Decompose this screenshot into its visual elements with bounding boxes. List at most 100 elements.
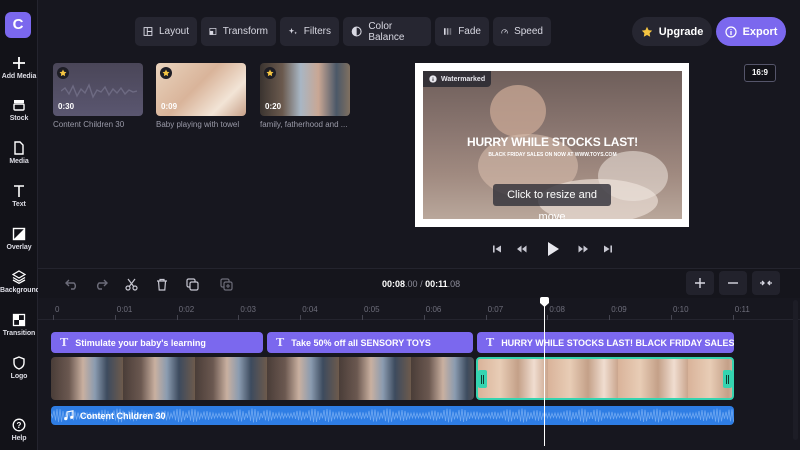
zoom-out-button[interactable] <box>719 271 747 295</box>
ruler-tick-label: 0:10 <box>673 305 689 314</box>
fast-forward-button[interactable] <box>576 242 590 256</box>
sidebar-item-label: Transition <box>2 330 36 337</box>
media-duration: 0:09 <box>161 102 178 111</box>
layout-icon <box>143 27 153 36</box>
skip-end-icon <box>604 245 612 253</box>
undo-button[interactable] <box>64 276 80 292</box>
skip-to-start-button[interactable] <box>490 242 504 256</box>
time-separator: / <box>420 279 423 289</box>
video-clip-selected[interactable] <box>476 357 734 400</box>
help-icon: ? <box>12 418 26 432</box>
trim-handle-left[interactable] <box>478 370 487 388</box>
sidebar-item-text[interactable]: Text <box>0 184 38 220</box>
ruler-tick-mark <box>238 315 240 320</box>
time-readout: 00:08.00 / 00:11.08 <box>382 279 460 289</box>
sidebar-item-background[interactable]: Background <box>0 270 40 306</box>
fade-button[interactable]: Fade <box>435 17 489 46</box>
sidebar-item-help[interactable]: ? Help <box>0 418 38 450</box>
ruler-tick-label: 0:03 <box>240 305 256 314</box>
sidebar-item-media[interactable]: Media <box>0 141 38 177</box>
transform-icon <box>209 28 217 35</box>
sidebar-item-label: Text <box>12 201 26 208</box>
sidebar-item-add-media[interactable]: Add Media <box>0 56 38 92</box>
sidebar-item-transition[interactable]: Transition <box>0 313 38 349</box>
file-icon <box>14 141 24 155</box>
media-item[interactable]: 0:20 family, fatherhood and ... <box>260 63 350 129</box>
audio-clip-label-group: Content Children 30 <box>63 406 166 425</box>
text-clip-label: Stimulate your baby's learning <box>75 337 206 348</box>
duplicate-button[interactable] <box>184 276 200 292</box>
audio-waveform-icon <box>61 83 137 99</box>
media-thumbnail: 0:09 <box>156 63 246 116</box>
fade-label: Fade <box>458 26 481 37</box>
audio-clip-label: Content Children 30 <box>80 410 166 421</box>
total-time: 00:11 <box>425 279 448 289</box>
fit-timeline-button[interactable] <box>752 271 780 295</box>
plus-icon <box>13 57 25 69</box>
media-duration: 0:20 <box>265 102 282 111</box>
speed-button[interactable]: Speed <box>493 17 551 46</box>
sidebar-item-label: Add Media <box>1 73 37 80</box>
fast-forward-icon <box>578 245 588 253</box>
ruler-tick-mark <box>732 315 734 320</box>
transform-button[interactable]: Transform <box>201 17 276 46</box>
sidebar-item-label: Background <box>0 287 40 294</box>
upgrade-button[interactable]: Upgrade <box>632 17 712 46</box>
trim-handle-right[interactable] <box>723 370 732 388</box>
ruler-tick-label: 0:04 <box>302 305 318 314</box>
ruler-tick-label: 0:01 <box>116 305 133 314</box>
color-balance-button[interactable]: Color Balance <box>343 17 431 46</box>
app-logo[interactable]: C <box>5 12 31 38</box>
sidebar-item-label: Logo <box>10 373 28 380</box>
filters-button[interactable]: Filters <box>280 17 339 46</box>
total-time-fraction: .08 <box>447 279 461 289</box>
text-clip[interactable]: T Stimulate your baby's learning <box>51 332 263 353</box>
skip-to-end-button[interactable] <box>601 242 615 256</box>
premium-star-icon <box>160 67 172 79</box>
media-thumbnail: 0:30 <box>53 63 143 116</box>
preview-subline[interactable]: BLACK FRIDAY SALES ON NOW AT WWW.TOYS.CO… <box>423 152 682 158</box>
text-clip-label: Take 50% off all SENSORY TOYS <box>291 337 431 348</box>
ruler-tick-label: 0:06 <box>425 305 442 314</box>
add-to-track-button[interactable] <box>218 276 234 292</box>
aspect-ratio-button[interactable]: 16:9 <box>744 64 776 82</box>
text-t-icon: T <box>276 336 285 349</box>
text-clip[interactable]: T HURRY WHILE STOCKS LAST! BLACK FRIDAY … <box>477 332 734 353</box>
rewind-button[interactable] <box>514 242 528 256</box>
text-clip[interactable]: T Take 50% off all SENSORY TOYS <box>267 332 473 353</box>
rewind-icon <box>516 245 526 253</box>
play-icon <box>548 242 559 256</box>
info-icon <box>429 75 437 83</box>
premium-star-icon <box>264 67 276 79</box>
text-t-icon: T <box>60 336 69 349</box>
layout-button[interactable]: Layout <box>135 17 197 46</box>
media-name: family, fatherhood and ... <box>260 120 348 129</box>
ruler-tick-label: 0:08 <box>549 305 565 314</box>
sidebar-item-overlay[interactable]: Overlay <box>0 227 38 263</box>
color-balance-label: Color Balance <box>368 20 405 43</box>
delete-button[interactable] <box>154 276 170 292</box>
info-icon <box>724 25 737 38</box>
media-duration: 0:30 <box>58 102 75 111</box>
play-button[interactable] <box>544 242 562 256</box>
media-item[interactable]: 0:30 Content Children 30 <box>53 63 143 129</box>
redo-button[interactable] <box>93 276 109 292</box>
ruler-tick-label: 0:11 <box>734 305 750 314</box>
ruler-tick-mark <box>362 315 363 320</box>
sidebar-item-stock[interactable]: Stock <box>0 98 38 134</box>
undo-icon <box>65 279 76 290</box>
ruler-tick-label: 0:02 <box>178 305 195 314</box>
preview-headline[interactable]: HURRY WHILE STOCKS LAST! <box>423 135 682 149</box>
text-clip-label: HURRY WHILE STOCKS LAST! BLACK FRIDAY SA… <box>501 337 734 348</box>
split-button[interactable] <box>123 276 139 292</box>
video-clip[interactable] <box>51 357 474 400</box>
timeline-scrollbar[interactable] <box>793 300 798 440</box>
transition-icon <box>12 313 26 327</box>
zoom-in-button[interactable] <box>686 271 714 295</box>
watermark-label: Watermarked <box>441 75 486 83</box>
sidebar-item-logo[interactable]: Logo <box>0 356 38 392</box>
layers-icon <box>12 270 26 284</box>
playhead[interactable] <box>544 302 545 446</box>
export-button[interactable]: Export <box>716 17 786 46</box>
media-item[interactable]: 0:09 Baby playing with towel <box>156 63 246 129</box>
